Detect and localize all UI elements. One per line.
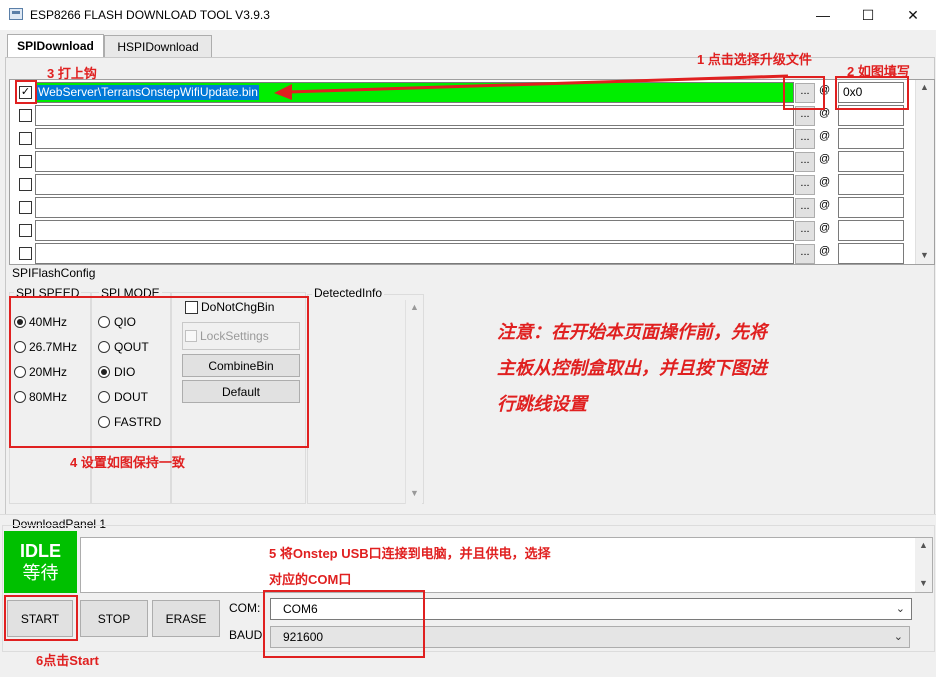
browse-button[interactable]: ... — [795, 152, 815, 172]
at-label: @ — [819, 222, 831, 234]
file-checkbox[interactable] — [19, 109, 32, 122]
log-scrollbar[interactable]: ▲ ▼ — [915, 538, 932, 592]
at-label: @ — [819, 199, 831, 211]
annotation-box-spi-settings — [9, 296, 309, 448]
minimize-button[interactable]: — — [800, 0, 846, 30]
scroll-down-icon[interactable]: ▼ — [920, 250, 929, 260]
detected-info-title: DetectedInfo — [312, 286, 385, 300]
chevron-down-icon: ⌄ — [893, 631, 903, 643]
status-text-cn: 等待 — [22, 563, 59, 583]
note-line-1: 注意：在开始本页面操作前，先将 — [497, 322, 767, 342]
annotation-box-address — [835, 76, 909, 110]
chevron-down-icon: ⌄ — [895, 603, 905, 615]
file-path-text: WebServer\TerransOnstepWifiUpdate.bin — [37, 85, 259, 100]
tab-hspi-download[interactable]: HSPIDownload — [104, 35, 212, 57]
annotation-arrow-head — [274, 84, 292, 100]
annotation-box-start — [4, 595, 78, 641]
scroll-up-icon[interactable]: ▲ — [919, 540, 928, 550]
note-line-3: 行跳线设置 — [497, 394, 587, 414]
stop-button[interactable]: STOP — [80, 600, 148, 637]
scroll-down-icon[interactable]: ▼ — [919, 578, 928, 588]
file-checkbox[interactable] — [19, 155, 32, 168]
at-label: @ — [819, 245, 831, 257]
address-field[interactable] — [838, 220, 904, 241]
file-path-field[interactable] — [35, 174, 794, 195]
file-path-field[interactable] — [35, 128, 794, 149]
annotation-step-5-line2: 对应的COM口 — [269, 572, 352, 587]
baud-label: BAUD: — [229, 628, 266, 642]
scroll-up-icon[interactable]: ▲ — [410, 302, 419, 312]
annotation-step-2: 2 如图填写 — [847, 64, 910, 79]
file-row: ... @ — [10, 104, 915, 127]
file-checkbox[interactable] — [19, 201, 32, 214]
file-checkbox[interactable] — [19, 178, 32, 191]
file-row: ... @ — [10, 196, 915, 219]
annotation-step-3: 3 打上钩 — [47, 66, 97, 81]
scroll-down-icon[interactable]: ▼ — [410, 488, 419, 498]
browse-button[interactable]: ... — [795, 221, 815, 241]
file-list-scrollbar[interactable]: ▲ ▼ — [915, 80, 934, 264]
file-path-field[interactable] — [35, 220, 794, 241]
browse-button[interactable]: ... — [795, 175, 815, 195]
file-path-field[interactable] — [35, 243, 794, 264]
address-field[interactable] — [838, 174, 904, 195]
at-label: @ — [819, 176, 831, 188]
status-text-en: IDLE — [19, 541, 61, 561]
at-label: @ — [819, 153, 831, 165]
spiflash-config-title: SPIFlashConfig — [12, 266, 96, 280]
annotation-box-checkbox — [15, 80, 37, 104]
address-field[interactable] — [838, 151, 904, 172]
address-field[interactable] — [838, 197, 904, 218]
status-indicator: IDLE 等待 — [4, 531, 77, 593]
file-checkbox[interactable] — [19, 132, 32, 145]
panel-divider — [0, 514, 936, 515]
file-path-field[interactable] — [35, 197, 794, 218]
browse-button[interactable]: ... — [795, 244, 815, 264]
erase-button[interactable]: ERASE — [152, 600, 220, 637]
maximize-button[interactable]: ☐ — [845, 0, 891, 30]
annotation-step-4: 4 设置如图保持一致 — [70, 455, 185, 470]
detected-info-scrollbar[interactable]: ▲ ▼ — [405, 300, 422, 504]
file-path-field[interactable] — [35, 151, 794, 172]
file-row: ... @ — [10, 173, 915, 196]
browse-button[interactable]: ... — [795, 198, 815, 218]
scroll-up-icon[interactable]: ▲ — [920, 82, 929, 92]
tab-spi-download[interactable]: SPIDownload — [7, 34, 104, 57]
annotation-arrow-line — [287, 74, 789, 94]
file-checkbox[interactable] — [19, 247, 32, 260]
address-field[interactable] — [838, 243, 904, 264]
file-row: ... @ — [10, 242, 915, 264]
file-path-field[interactable] — [35, 105, 794, 126]
com-label: COM: — [229, 601, 261, 615]
file-checkbox[interactable] — [19, 224, 32, 237]
window-title: ESP8266 FLASH DOWNLOAD TOOL V3.9.3 — [30, 8, 270, 22]
close-button[interactable]: ✕ — [890, 0, 936, 30]
file-row: ... @ — [10, 150, 915, 173]
annotation-box-com — [263, 590, 425, 658]
file-row: ... @ — [10, 127, 915, 150]
note-line-2: 主板从控制盒取出，并且按下图进 — [497, 358, 767, 378]
browse-button[interactable]: ... — [795, 129, 815, 149]
annotation-step-5-line1: 5 将Onstep USB口连接到电脑，并且供电，选择 — [269, 546, 551, 561]
annotation-step-1: 1 点击选择升级文件 — [697, 52, 812, 67]
at-label: @ — [819, 130, 831, 142]
annotation-step-6: 6点击Start — [36, 653, 99, 668]
file-row: ... @ — [10, 219, 915, 242]
app-icon — [9, 8, 23, 20]
annotation-arrow — [274, 74, 789, 100]
address-field[interactable] — [838, 128, 904, 149]
